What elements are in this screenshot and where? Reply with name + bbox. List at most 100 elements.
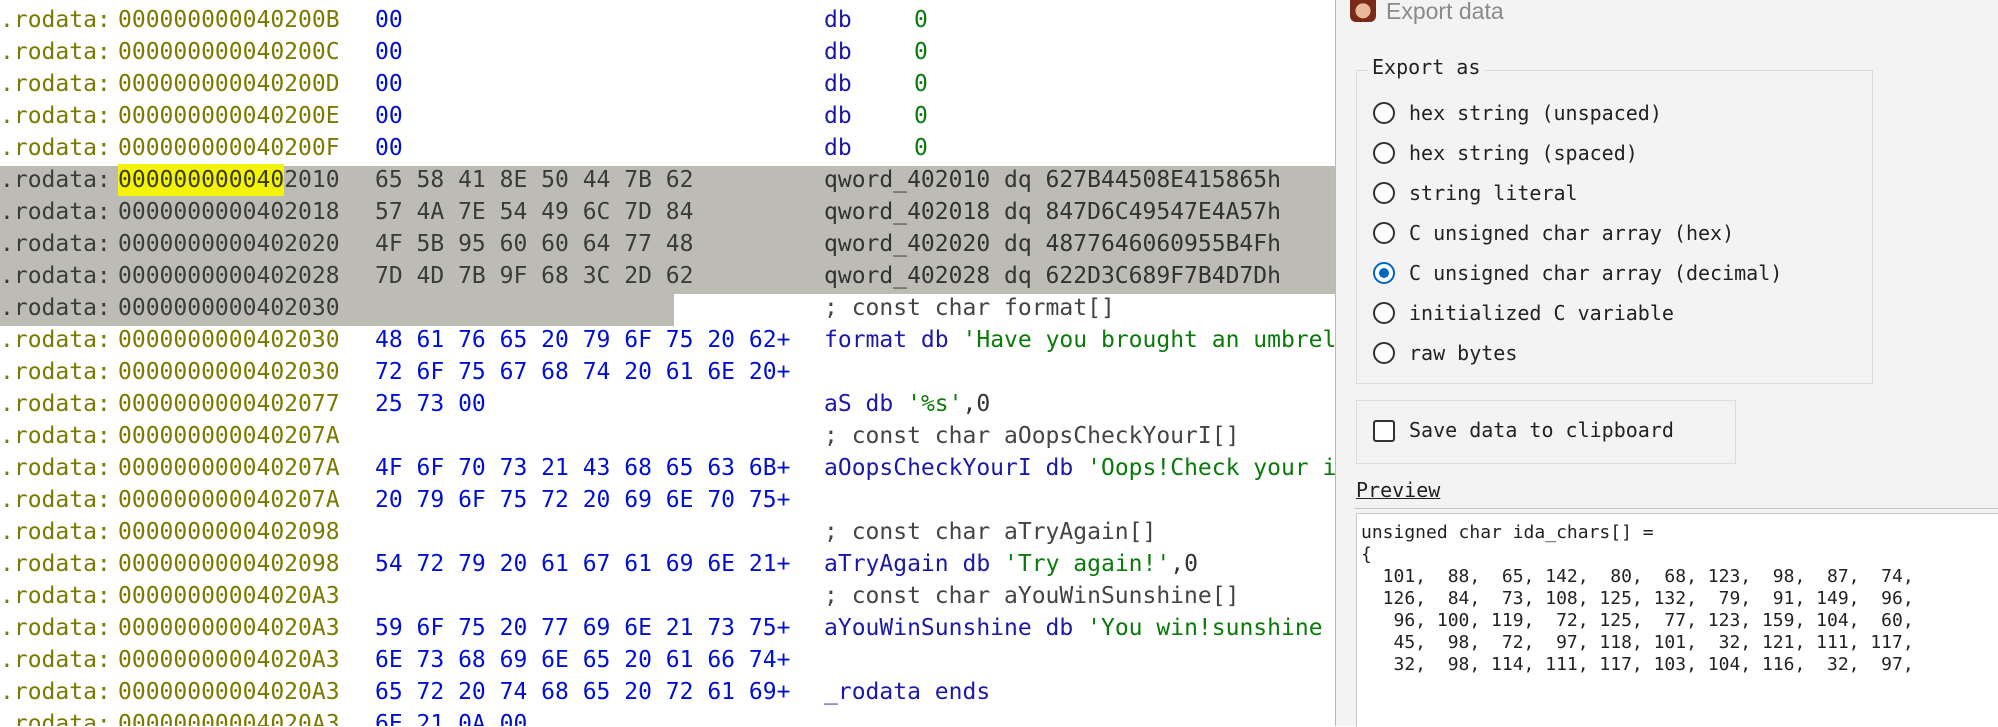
operand[interactable]: 0 xyxy=(914,132,928,164)
disasm-row[interactable]: .rodata: 0000000000402098 54 72 79 20 61 6… xyxy=(0,548,1335,580)
string-literal[interactable]: 'You win!sunshine xyxy=(1087,612,1322,644)
data-label[interactable]: aTryAgain db xyxy=(824,548,1004,580)
disasm-row-selected[interactable]: .rodata: 0000000000402028 7D 4D 7B 9F 68 3… xyxy=(0,260,1335,292)
hex-bytes[interactable]: 59 6F 75 20 77 69 6E 21 73 75+ xyxy=(375,612,790,644)
hex-bytes[interactable]: 7D 4D 7B 9F 68 3C 2D 62 xyxy=(375,260,694,292)
operand[interactable]: 0 xyxy=(914,36,928,68)
segment-name[interactable]: .rodata: xyxy=(0,100,111,132)
export-option-raw-bytes[interactable]: raw bytes xyxy=(1373,336,1517,370)
hex-bytes[interactable]: 65 72 20 74 68 65 20 72 61 69+ xyxy=(375,676,790,708)
mnemonic[interactable]: db xyxy=(824,36,852,68)
disasm-row[interactable]: .rodata: 000000000040207A ; const char aOo… xyxy=(0,420,1335,452)
comment[interactable]: ; const char aYouWinSunshine[] xyxy=(824,580,1239,612)
address[interactable]: 0000000000402018 xyxy=(118,196,340,228)
segment-name[interactable]: .rodata: xyxy=(0,580,111,612)
segment-name[interactable]: .rodata: xyxy=(0,676,111,708)
segment-name[interactable]: .rodata: xyxy=(0,36,111,68)
data-label[interactable]: aS db xyxy=(824,388,907,420)
segment-name[interactable]: .rodata: xyxy=(0,228,111,260)
address[interactable]: 00000000004020A3 xyxy=(118,676,340,708)
export-option-label[interactable]: hex string (unspaced) xyxy=(1409,101,1662,125)
disasm-row[interactable]: .rodata: 00000000004020A3 6E 73 68 69 6E 6… xyxy=(0,644,1335,676)
hex-bytes[interactable]: 4F 5B 95 60 60 64 77 48 xyxy=(375,228,694,260)
string-literal[interactable]: 'Try again!' xyxy=(1004,548,1170,580)
address[interactable]: 000000000040207A xyxy=(118,484,340,516)
address[interactable]: 0000000000402030 xyxy=(118,292,340,324)
export-option-hex-string-spaced[interactable]: hex string (spaced) xyxy=(1373,136,1638,170)
disasm-row[interactable]: .rodata: 00000000004020A3 ; const char aYo… xyxy=(0,580,1335,612)
string-terminator[interactable]: ,0 xyxy=(963,388,991,420)
segment-name[interactable]: .rodata: xyxy=(0,132,111,164)
export-option-label[interactable]: C unsigned char array (decimal) xyxy=(1409,261,1782,285)
disasm-row[interactable]: .rodata: 000000000040200B 00 db 0 xyxy=(0,4,1335,36)
segment-name[interactable]: .rodata: xyxy=(0,612,111,644)
radio-unselected-icon[interactable] xyxy=(1373,302,1395,324)
mnemonic[interactable]: db xyxy=(824,68,852,100)
export-option-c-unsigned-char-array-decimal[interactable]: C unsigned char array (decimal) xyxy=(1373,256,1782,290)
comment[interactable]: ; const char format[] xyxy=(824,292,1115,324)
disasm-row-selected[interactable]: .rodata: 0000000000402018 57 4A 7E 54 49 6… xyxy=(0,196,1335,228)
export-option-label[interactable]: initialized C variable xyxy=(1409,301,1674,325)
address-search-highlight[interactable]: 000000000040 xyxy=(118,164,285,196)
operand[interactable]: 0 xyxy=(914,100,928,132)
save-to-clipboard-label[interactable]: Save data to clipboard xyxy=(1409,418,1674,442)
save-to-clipboard-checkbox[interactable] xyxy=(1373,420,1395,442)
radio-unselected-icon[interactable] xyxy=(1373,102,1395,124)
export-option-label[interactable]: raw bytes xyxy=(1409,341,1517,365)
hex-bytes[interactable]: 4F 6F 70 73 21 43 68 65 63 6B+ xyxy=(375,452,790,484)
disasm-row-selected[interactable]: .rodata: 0000000000402030 ; const char for… xyxy=(0,292,1335,324)
address[interactable]: 000000000040200B xyxy=(118,4,340,36)
hex-bytes[interactable]: 72 6F 75 67 68 74 20 61 6E 20+ xyxy=(375,356,790,388)
hex-bytes[interactable]: 25 73 00 xyxy=(375,388,486,420)
hex-bytes[interactable]: 54 72 79 20 61 67 61 69 6E 21+ xyxy=(375,548,790,580)
segment-name[interactable]: .rodata: xyxy=(0,324,111,356)
segment-end[interactable]: _rodata ends xyxy=(824,676,990,708)
hex-bytes[interactable]: 00 xyxy=(375,4,403,36)
address[interactable]: 000000000040200E xyxy=(118,100,340,132)
address[interactable]: 000000000040200F xyxy=(118,132,340,164)
address[interactable]: 0000000000402020 xyxy=(118,228,340,260)
radio-selected-icon[interactable] xyxy=(1373,262,1395,284)
mnemonic[interactable]: db xyxy=(824,4,852,36)
export-option-c-unsigned-char-array-hex[interactable]: C unsigned char array (hex) xyxy=(1373,216,1734,250)
segment-name[interactable]: .rodata: xyxy=(0,516,111,548)
segment-name[interactable]: .rodata: xyxy=(0,452,111,484)
disassembly-view[interactable]: .rodata: 000000000040200B 00 db 0 .rodata: 000… xyxy=(0,0,1335,726)
address[interactable]: 0000000000402030 xyxy=(118,324,340,356)
qword-definition[interactable]: qword_402010 dq 627B44508E415865h xyxy=(824,164,1281,196)
export-option-hex-string-unspaced[interactable]: hex string (unspaced) xyxy=(1373,96,1662,130)
radio-unselected-icon[interactable] xyxy=(1373,342,1395,364)
segment-name[interactable]: .rodata: xyxy=(0,644,111,676)
segment-name[interactable]: .rodata: xyxy=(0,388,111,420)
qword-definition[interactable]: qword_402018 dq 847D6C49547E4A57h xyxy=(824,196,1281,228)
address[interactable]: 0000000000402028 xyxy=(118,260,340,292)
disasm-row[interactable]: .rodata: 000000000040200C 00 db 0 xyxy=(0,36,1335,68)
address[interactable]: 0000000000402098 xyxy=(118,516,340,548)
address[interactable]: 000000000040207A xyxy=(118,420,340,452)
address[interactable]: 0000000000402077 xyxy=(118,388,340,420)
disasm-row[interactable]: .rodata: 000000000040200F 00 db 0 xyxy=(0,132,1335,164)
hex-bytes[interactable]: 00 xyxy=(375,68,403,100)
data-label[interactable]: format db xyxy=(824,324,962,356)
hex-bytes[interactable]: 00 xyxy=(375,36,403,68)
hex-bytes[interactable]: 00 xyxy=(375,100,403,132)
hex-bytes[interactable]: 20 79 6F 75 72 20 69 6E 70 75+ xyxy=(375,484,790,516)
address[interactable]: 0000000000402030 xyxy=(118,356,340,388)
radio-unselected-icon[interactable] xyxy=(1373,142,1395,164)
disasm-row[interactable]: .rodata: 0000000000402030 72 6F 75 67 68 7… xyxy=(0,356,1335,388)
operand[interactable]: 0 xyxy=(914,68,928,100)
segment-name[interactable]: .rodata: xyxy=(0,420,111,452)
mnemonic[interactable]: db xyxy=(824,100,852,132)
radio-unselected-icon[interactable] xyxy=(1373,182,1395,204)
qword-definition[interactable]: qword_402020 dq 4877646060955B4Fh xyxy=(824,228,1281,260)
data-label[interactable]: aYouWinSunshine db xyxy=(824,612,1087,644)
disasm-row[interactable]: .rodata: 0000000000402098 ; const char aTr… xyxy=(0,516,1335,548)
string-literal[interactable]: '%s' xyxy=(907,388,962,420)
hex-bytes[interactable]: 00 xyxy=(375,132,403,164)
segment-name[interactable]: .rodata: xyxy=(0,356,111,388)
hex-bytes[interactable]: 6E 73 68 69 6E 65 20 61 66 74+ xyxy=(375,644,790,676)
address[interactable]: 2010 xyxy=(284,164,339,196)
comment[interactable]: ; const char aOopsCheckYourI[] xyxy=(824,420,1239,452)
disasm-row-selected[interactable]: .rodata: 000000000040 2010 65 58 41 8E 50 4… xyxy=(0,164,1335,196)
mnemonic[interactable]: db xyxy=(824,132,852,164)
